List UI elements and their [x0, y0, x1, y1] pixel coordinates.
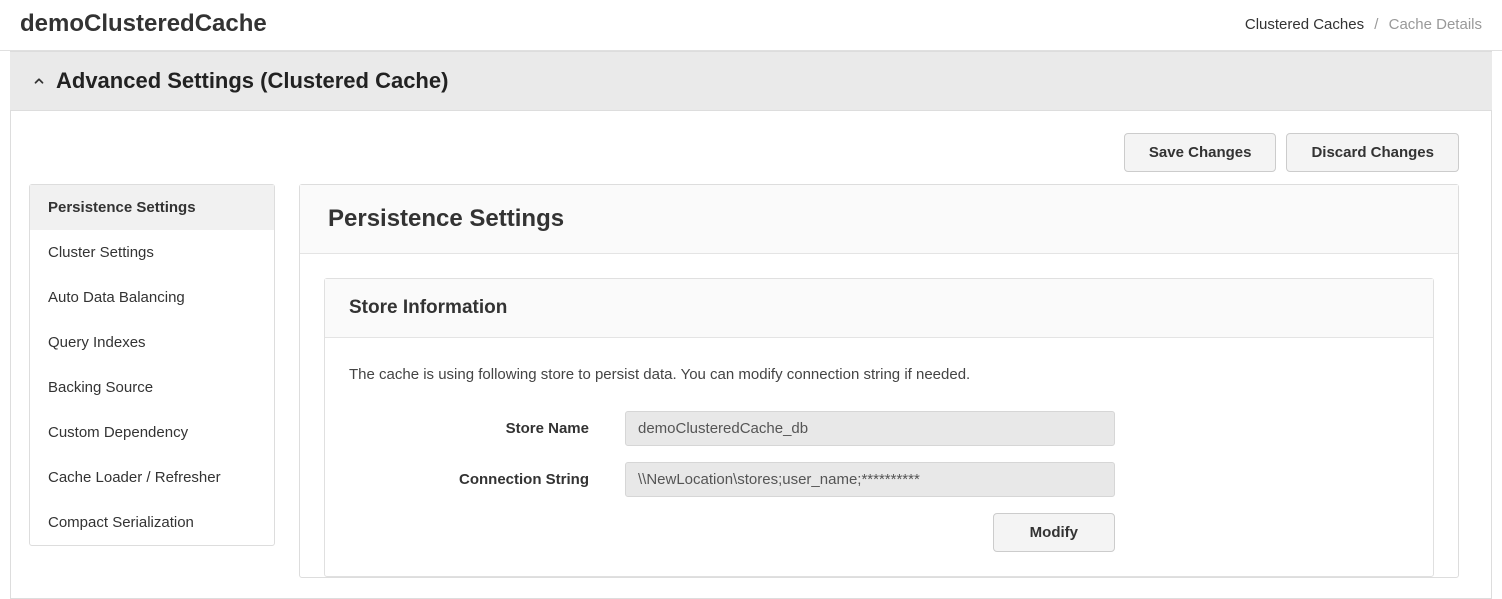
form-row-connection-string: Connection String [349, 462, 1409, 497]
modify-button[interactable]: Modify [993, 513, 1115, 552]
sidebar-item-persistence-settings[interactable]: Persistence Settings [30, 185, 274, 230]
settings-sidebar: Persistence Settings Cluster Settings Au… [29, 184, 275, 546]
header-bar: demoClusteredCache Clustered Caches / Ca… [0, 0, 1502, 51]
card-header: Store Information [325, 279, 1433, 338]
breadcrumb-current: Cache Details [1389, 16, 1482, 33]
store-name-input [625, 411, 1115, 446]
actions-row: Save Changes Discard Changes [11, 111, 1491, 172]
body-row: Persistence Settings Cluster Settings Au… [11, 172, 1491, 578]
save-changes-button[interactable]: Save Changes [1124, 133, 1277, 172]
sidebar-item-compact-serialization[interactable]: Compact Serialization [30, 500, 274, 545]
modify-row: Modify [349, 513, 1409, 552]
sidebar-item-backing-source[interactable]: Backing Source [30, 365, 274, 410]
sidebar-item-cache-loader-refresher[interactable]: Cache Loader / Refresher [30, 455, 274, 500]
card-description: The cache is using following store to pe… [349, 366, 1409, 383]
sidebar-item-auto-data-balancing[interactable]: Auto Data Balancing [30, 275, 274, 320]
spacer [349, 513, 589, 552]
store-information-card: Store Information The cache is using fol… [324, 278, 1434, 577]
panel-header: Persistence Settings [300, 185, 1458, 254]
discard-changes-button[interactable]: Discard Changes [1286, 133, 1459, 172]
page-title: demoClusteredCache [20, 10, 267, 38]
store-name-label: Store Name [349, 420, 589, 437]
breadcrumb-link-clustered-caches[interactable]: Clustered Caches [1245, 16, 1364, 33]
breadcrumb: Clustered Caches / Cache Details [1245, 16, 1482, 33]
content-wrap: Save Changes Discard Changes Persistence… [10, 111, 1492, 599]
main-panel: Persistence Settings Store Information T… [299, 184, 1459, 578]
modify-holder: Modify [625, 513, 1115, 552]
card-title: Store Information [349, 297, 1409, 319]
connection-string-label: Connection String [349, 471, 589, 488]
sidebar-item-cluster-settings[interactable]: Cluster Settings [30, 230, 274, 275]
connection-string-input [625, 462, 1115, 497]
sidebar-item-query-indexes[interactable]: Query Indexes [30, 320, 274, 365]
section-header[interactable]: Advanced Settings (Clustered Cache) [10, 51, 1492, 111]
card-body: The cache is using following store to pe… [325, 338, 1433, 576]
section-title: Advanced Settings (Clustered Cache) [56, 68, 448, 94]
panel-title: Persistence Settings [328, 205, 1430, 233]
breadcrumb-separator: / [1374, 16, 1378, 33]
chevron-up-icon [32, 74, 46, 88]
form-row-store-name: Store Name [349, 411, 1409, 446]
sidebar-item-custom-dependency[interactable]: Custom Dependency [30, 410, 274, 455]
